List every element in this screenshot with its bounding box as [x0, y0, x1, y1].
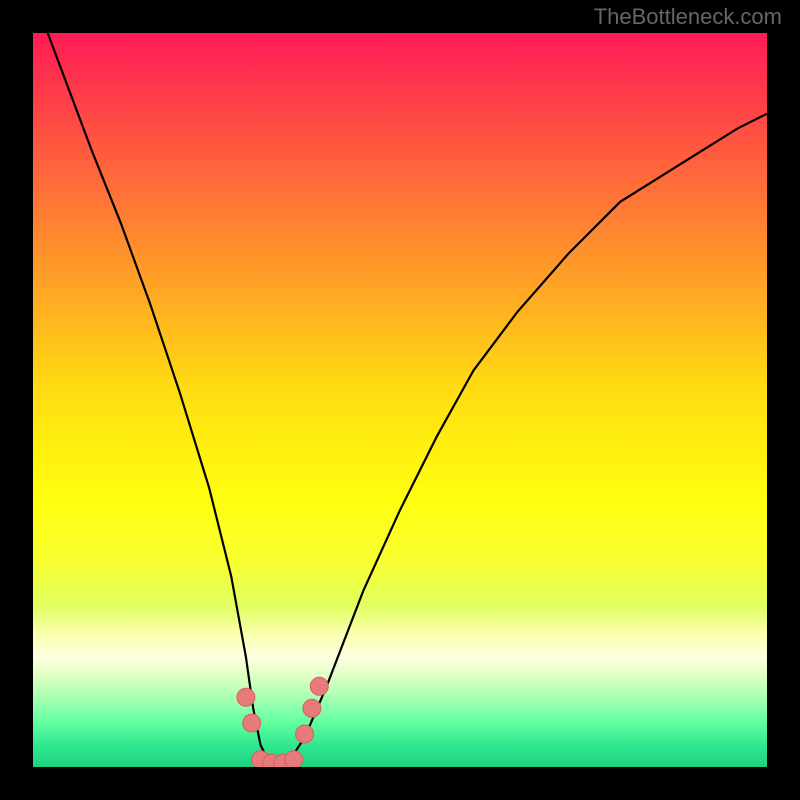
chart-plot-area [33, 33, 767, 767]
curve-markers [237, 677, 328, 767]
curve-marker [237, 688, 255, 706]
curve-marker [303, 699, 321, 717]
bottleneck-curve [48, 33, 767, 767]
curve-marker [243, 714, 261, 732]
curve-marker [296, 725, 314, 743]
curve-marker [285, 751, 303, 767]
chart-svg [33, 33, 767, 767]
watermark-text: TheBottleneck.com [594, 4, 782, 30]
curve-marker [310, 677, 328, 695]
